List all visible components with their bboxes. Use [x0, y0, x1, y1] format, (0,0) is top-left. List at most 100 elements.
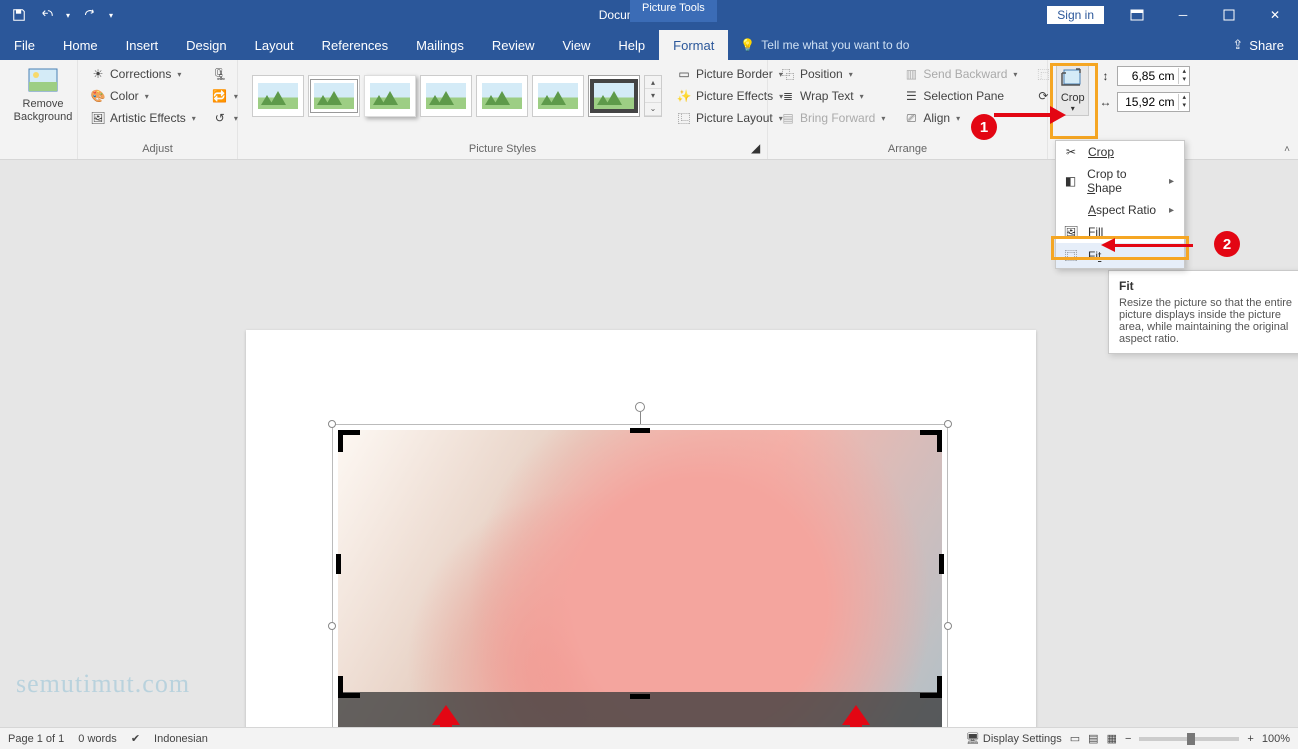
selected-picture[interactable]	[338, 424, 942, 727]
tab-format[interactable]: Format	[659, 30, 728, 60]
rotation-handle[interactable]	[635, 402, 645, 412]
style-thumb-bevel[interactable]	[532, 75, 584, 117]
tab-file[interactable]: File	[0, 30, 49, 60]
tab-layout[interactable]: Layout	[241, 30, 308, 60]
style-thumb-blackframe[interactable]	[588, 75, 640, 117]
wrap-text-button[interactable]: ≣Wrap Text▾	[776, 86, 889, 106]
watermark: semutimut.com	[16, 669, 190, 699]
crop-handle-tl[interactable]	[338, 430, 360, 452]
height-value[interactable]	[1118, 68, 1178, 84]
crop-handle-tr[interactable]	[920, 430, 942, 452]
corrections-button[interactable]: ☀Corrections▾	[86, 64, 200, 84]
status-bar: Page 1 of 1 0 words ✔ Indonesian 🖥 Displ…	[0, 727, 1298, 749]
view-web-layout-icon[interactable]: ▦	[1107, 732, 1117, 745]
selection-pane-button[interactable]: ☰Selection Pane	[899, 86, 1021, 106]
tab-design[interactable]: Design	[172, 30, 240, 60]
selection-pane-icon: ☰	[903, 88, 919, 104]
resize-handle-tr[interactable]	[944, 420, 952, 428]
style-thumb-simple[interactable]	[252, 75, 304, 117]
lightbulb-icon: 💡	[740, 38, 755, 52]
tab-help[interactable]: Help	[604, 30, 659, 60]
collapse-ribbon-icon[interactable]: ˄	[1284, 144, 1290, 155]
color-icon: 🎨	[90, 88, 106, 104]
crop-handle-right[interactable]	[939, 554, 944, 574]
crop-handle-bottom[interactable]	[630, 694, 650, 699]
undo-icon[interactable]	[34, 2, 60, 28]
width-input[interactable]: ▴▾	[1117, 92, 1190, 112]
status-language[interactable]: Indonesian	[154, 733, 208, 745]
save-icon[interactable]	[6, 2, 32, 28]
contextual-tab-label: Picture Tools	[630, 0, 717, 22]
align-button[interactable]: ⎚Align▾	[899, 108, 1021, 128]
tab-insert[interactable]: Insert	[112, 30, 173, 60]
group-label-adjust: Adjust	[86, 141, 229, 159]
zoom-slider-thumb[interactable]	[1187, 733, 1195, 745]
style-thumb-softedge[interactable]	[476, 75, 528, 117]
resize-handle-l[interactable]	[328, 622, 336, 630]
menu-item-crop-to-shape[interactable]: ◧Crop to Shape▸	[1056, 163, 1184, 199]
zoom-in-button[interactable]: +	[1247, 733, 1253, 745]
bring-forward-button[interactable]: ▤Bring Forward▾	[776, 108, 889, 128]
share-button[interactable]: ⇪ Share	[1218, 30, 1298, 60]
menu-item-aspect-ratio[interactable]: Aspect Ratio▸	[1056, 199, 1184, 221]
menu-item-fill[interactable]: 🖼Fill	[1056, 221, 1184, 243]
crop-handle-br[interactable]	[920, 676, 942, 698]
change-picture-button[interactable]: 🔁▾	[208, 86, 242, 106]
compress-icon: 🗜	[212, 66, 228, 82]
remove-background-button[interactable]: Remove Background	[8, 64, 78, 127]
proofing-icon[interactable]: ✔	[131, 732, 140, 745]
reset-picture-button[interactable]: ↺▾	[208, 108, 242, 128]
display-settings-button[interactable]: 🖥 Display Settings	[966, 732, 1062, 745]
style-thumb-framed[interactable]	[308, 75, 360, 117]
color-button[interactable]: 🎨Color▾	[86, 86, 200, 106]
fill-icon: 🖼	[1062, 225, 1080, 239]
tooltip-fit: Fit Resize the picture so that the entir…	[1108, 270, 1298, 354]
menu-item-crop[interactable]: ✂Crop	[1056, 141, 1184, 163]
resize-handle-r[interactable]	[944, 622, 952, 630]
compress-pictures-button[interactable]: 🗜	[208, 64, 242, 84]
tab-home[interactable]: Home	[49, 30, 112, 60]
artistic-effects-button[interactable]: 🖼Artistic Effects▾	[86, 108, 200, 128]
style-gallery-more[interactable]: ▴▾⌄	[644, 75, 662, 117]
zoom-out-button[interactable]: −	[1125, 733, 1131, 745]
tell-me-search[interactable]: 💡 Tell me what you want to do	[728, 30, 921, 60]
status-words[interactable]: 0 words	[78, 733, 117, 745]
artistic-icon: 🖼	[90, 110, 106, 126]
undo-more-icon[interactable]: ▾	[62, 2, 74, 28]
tab-mailings[interactable]: Mailings	[402, 30, 478, 60]
crop-handle-bl[interactable]	[338, 676, 360, 698]
position-button[interactable]: ⿻Position▾	[776, 64, 889, 84]
picture-styles-launcher-icon[interactable]: ◢	[751, 141, 763, 153]
zoom-slider[interactable]	[1139, 737, 1239, 741]
tab-review[interactable]: Review	[478, 30, 549, 60]
crop-handle-left[interactable]	[336, 554, 341, 574]
style-thumb-reflection[interactable]	[420, 75, 472, 117]
tab-references[interactable]: References	[308, 30, 402, 60]
align-icon: ⎚	[903, 110, 919, 126]
resize-handle-tl[interactable]	[328, 420, 336, 428]
height-input[interactable]: ▴▾	[1117, 66, 1190, 86]
style-thumb-shadow[interactable]	[364, 75, 416, 117]
width-value[interactable]	[1118, 94, 1178, 110]
signin-button[interactable]: Sign in	[1047, 6, 1104, 24]
maximize-icon[interactable]	[1206, 0, 1252, 30]
ribbon-display-options-icon[interactable]	[1114, 0, 1160, 30]
border-icon: ▭	[676, 66, 692, 82]
group-label-arrange: Arrange	[776, 141, 1039, 159]
status-page[interactable]: Page 1 of 1	[8, 733, 64, 745]
width-icon: ↔	[1097, 94, 1113, 110]
send-backward-button[interactable]: ▥Send Backward▾	[899, 64, 1021, 84]
redo-icon[interactable]	[76, 2, 102, 28]
change-picture-icon: 🔁	[212, 88, 228, 104]
corrections-icon: ☀	[90, 66, 106, 82]
bring-forward-icon: ▤	[780, 110, 796, 126]
view-print-layout-icon[interactable]: ▤	[1088, 732, 1098, 745]
zoom-level[interactable]: 100%	[1262, 733, 1290, 745]
annotation-arrow-up-left	[440, 723, 452, 727]
minimize-icon[interactable]: ─	[1160, 0, 1206, 30]
close-icon[interactable]: ✕	[1252, 0, 1298, 30]
qat-customize-icon[interactable]: ▾	[104, 2, 118, 28]
view-read-mode-icon[interactable]: ▭	[1070, 732, 1080, 745]
crop-handle-top[interactable]	[630, 428, 650, 433]
tab-view[interactable]: View	[548, 30, 604, 60]
